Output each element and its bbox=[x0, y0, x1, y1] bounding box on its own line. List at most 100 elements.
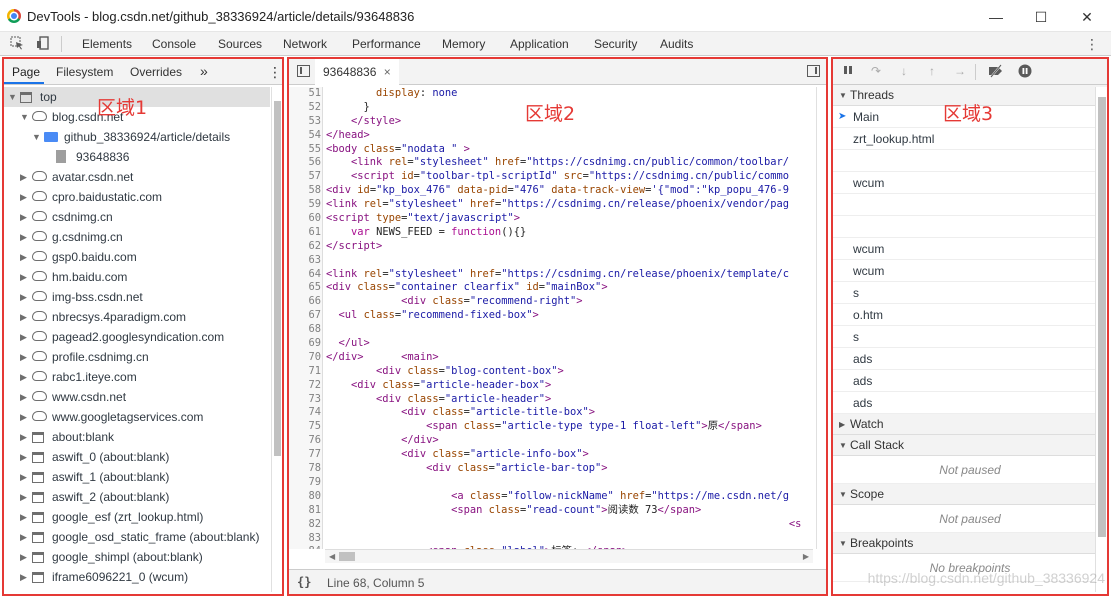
line-number[interactable]: 72 bbox=[289, 378, 321, 393]
line-number[interactable]: 61 bbox=[289, 225, 321, 240]
collapsed-arrow-icon[interactable]: ▶ bbox=[20, 547, 27, 567]
thread-item[interactable]: ads bbox=[833, 392, 1107, 414]
line-number[interactable]: 52 bbox=[289, 100, 321, 115]
tree-item[interactable]: ▶ profile.csdnimg.cn bbox=[4, 347, 270, 367]
navigator-menu-icon[interactable]: ⋮ bbox=[268, 64, 282, 81]
thread-item[interactable]: o.htm bbox=[833, 304, 1107, 326]
line-number[interactable]: 83 bbox=[289, 531, 321, 546]
line-number[interactable]: 66 bbox=[289, 295, 321, 310]
code-line[interactable]: 76 </div> bbox=[289, 434, 816, 449]
collapsed-arrow-icon[interactable]: ▶ bbox=[20, 467, 27, 487]
pretty-print-icon[interactable]: {} bbox=[297, 575, 311, 589]
collapsed-arrow-icon[interactable]: ▶ bbox=[20, 367, 27, 387]
code-line[interactable]: 74 <div class="article-title-box"> bbox=[289, 406, 816, 421]
tree-item[interactable]: ▼ github_38336924/article/details bbox=[4, 127, 270, 147]
code-line[interactable]: 79 bbox=[289, 475, 816, 490]
code-line[interactable]: 68 bbox=[289, 323, 816, 338]
code-line[interactable]: 78 <div class="article-bar-top"> bbox=[289, 462, 816, 476]
collapsed-arrow-icon[interactable]: ▶ bbox=[20, 327, 27, 347]
tree-item[interactable]: ▶ cpro.baidustatic.com bbox=[4, 187, 270, 207]
code-line[interactable]: 73 <div class="article-header"> bbox=[289, 392, 816, 407]
tab-overrides[interactable]: Overrides bbox=[130, 65, 182, 79]
tab-sources[interactable]: Sources bbox=[218, 37, 262, 51]
step-into-icon[interactable]: ↓ bbox=[897, 64, 911, 78]
step-icon[interactable]: → bbox=[953, 64, 967, 78]
tab-security[interactable]: Security bbox=[594, 37, 637, 51]
thread-item[interactable]: s bbox=[833, 282, 1107, 304]
line-number[interactable]: 69 bbox=[289, 337, 321, 351]
line-number[interactable]: 64 bbox=[289, 267, 321, 282]
thread-item[interactable] bbox=[833, 150, 1107, 172]
line-number[interactable]: 80 bbox=[289, 489, 321, 504]
tree-item[interactable]: ▶ csdnimg.cn bbox=[4, 207, 270, 227]
tree-item[interactable]: ▶ about:blank bbox=[4, 427, 270, 447]
breakpoints-section-header[interactable]: ▼ Breakpoints bbox=[833, 533, 1107, 554]
minimize-button[interactable]: — bbox=[985, 8, 1007, 26]
callstack-section-header[interactable]: ▼ Call Stack bbox=[833, 435, 1107, 456]
collapsed-arrow-icon[interactable]: ▶ bbox=[20, 187, 27, 207]
navigator-scroll-thumb[interactable] bbox=[274, 101, 281, 456]
thread-item[interactable]: wcum bbox=[833, 238, 1107, 260]
deactivate-breakpoints-icon[interactable] bbox=[988, 64, 1002, 78]
line-number[interactable]: 75 bbox=[289, 420, 321, 435]
line-number[interactable]: 84 bbox=[289, 545, 321, 549]
code-line[interactable]: 59 <link rel="stylesheet" href="https://c… bbox=[289, 198, 816, 213]
tree-item[interactable]: ▶ nbrecsys.4paradigm.com bbox=[4, 307, 270, 327]
close-tab-icon[interactable]: × bbox=[384, 65, 391, 79]
line-number[interactable]: 70 bbox=[289, 350, 321, 365]
line-number[interactable]: 55 bbox=[289, 142, 321, 157]
tab-audits[interactable]: Audits bbox=[660, 37, 693, 51]
collapsed-arrow-icon[interactable]: ▶ bbox=[20, 567, 27, 587]
scope-section-header[interactable]: ▼ Scope bbox=[833, 484, 1107, 505]
collapsed-arrow-icon[interactable]: ▶ bbox=[20, 347, 27, 367]
line-number[interactable]: 60 bbox=[289, 212, 321, 226]
code-line[interactable]: 64 <link rel="stylesheet" href="https://c… bbox=[289, 267, 816, 282]
tab-application[interactable]: Application bbox=[510, 37, 569, 51]
collapsed-arrow-icon[interactable]: ▶ bbox=[20, 487, 27, 507]
thread-item[interactable]: s bbox=[833, 326, 1107, 348]
more-options-icon[interactable]: ⋮ bbox=[1085, 36, 1099, 52]
inspect-element-icon[interactable] bbox=[9, 36, 25, 52]
navigator-scrollbar[interactable] bbox=[271, 87, 282, 592]
tree-item[interactable]: ▶ google_shimpl (about:blank) bbox=[4, 547, 270, 567]
code-line[interactable]: 54 </head> bbox=[289, 128, 816, 143]
line-number[interactable]: 73 bbox=[289, 392, 321, 407]
code-line[interactable]: 57 <script id="toolbar-tpl-scriptId" src… bbox=[289, 170, 816, 185]
line-number[interactable]: 53 bbox=[289, 114, 321, 129]
collapsed-arrow-icon[interactable]: ▶ bbox=[20, 227, 27, 247]
code-line[interactable]: 83 bbox=[289, 531, 816, 546]
tab-network[interactable]: Network bbox=[283, 37, 327, 51]
code-line[interactable]: 63 bbox=[289, 253, 816, 268]
line-number[interactable]: 81 bbox=[289, 503, 321, 518]
editor-horizontal-scrollbar[interactable]: ◀ ▶ bbox=[325, 549, 813, 563]
tab-elements[interactable]: Elements bbox=[82, 37, 132, 51]
collapsed-arrow-icon[interactable]: ▶ bbox=[20, 407, 27, 427]
line-number[interactable]: 62 bbox=[289, 239, 321, 254]
tree-item[interactable]: ▶ www.csdn.net bbox=[4, 387, 270, 407]
line-number[interactable]: 56 bbox=[289, 156, 321, 171]
code-line[interactable]: 66 <div class="recommend-right"> bbox=[289, 295, 816, 310]
line-number[interactable]: 63 bbox=[289, 253, 321, 268]
code-line[interactable]: 77 <div class="article-info-box"> bbox=[289, 448, 816, 463]
code-line[interactable]: 58 <div id="kp_box_476" data-pid="476" da… bbox=[289, 184, 816, 199]
collapsed-arrow-icon[interactable]: ▶ bbox=[20, 527, 27, 547]
code-line[interactable]: 62 </script> bbox=[289, 239, 816, 254]
code-line[interactable]: 72 <div class="article-header-box"> bbox=[289, 378, 816, 393]
code-line[interactable]: 81 <span class="read-count">阅读数 73</span… bbox=[289, 503, 816, 518]
collapsed-arrow-icon[interactable]: ▶ bbox=[20, 247, 27, 267]
collapsed-arrow-icon[interactable]: ▶ bbox=[20, 427, 27, 447]
code-line[interactable]: 67 <ul class="recommend-fixed-box"> bbox=[289, 309, 816, 324]
debugger-scroll-thumb[interactable] bbox=[1098, 97, 1106, 537]
thread-item[interactable]: wcum bbox=[833, 260, 1107, 282]
code-line[interactable]: 75 <span class="article-type type-1 floa… bbox=[289, 420, 816, 435]
step-out-icon[interactable]: ↑ bbox=[925, 64, 939, 78]
code-line[interactable]: 60 <script type="text/javascript"> bbox=[289, 212, 816, 226]
editor-hscroll-thumb[interactable] bbox=[339, 552, 355, 561]
tree-item[interactable]: ▶ aswift_2 (about:blank) bbox=[4, 487, 270, 507]
tab-console[interactable]: Console bbox=[152, 37, 196, 51]
code-line[interactable]: 65 <div class="container clearfix" id="ma… bbox=[289, 281, 816, 296]
line-number[interactable]: 74 bbox=[289, 406, 321, 421]
line-number[interactable]: 57 bbox=[289, 170, 321, 185]
line-number[interactable]: 68 bbox=[289, 323, 321, 338]
watch-section-header[interactable]: ▶ Watch bbox=[833, 414, 1107, 435]
